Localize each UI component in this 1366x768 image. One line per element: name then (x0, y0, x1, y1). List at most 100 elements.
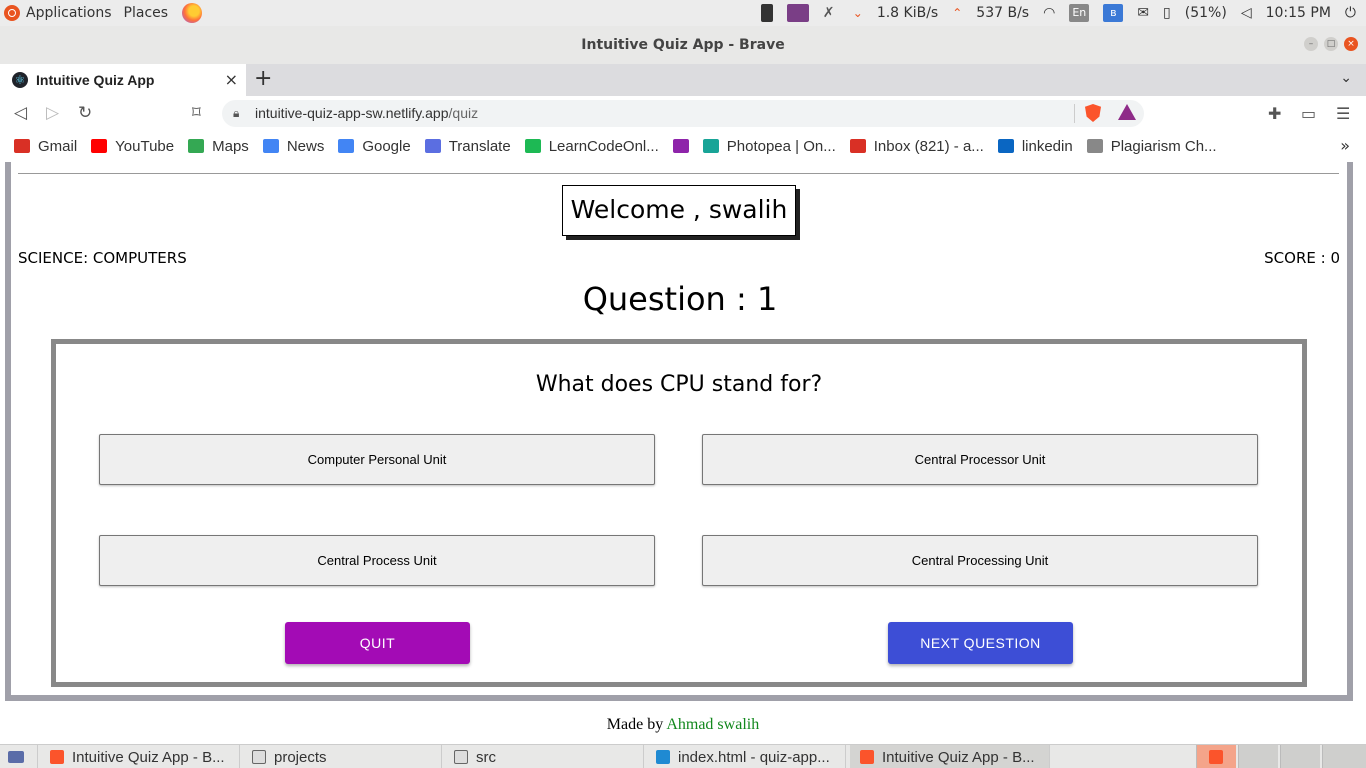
bookmark-gmail[interactable]: Gmail (14, 138, 77, 155)
option-button-4[interactable]: Central Processing Unit (702, 535, 1258, 586)
lock-icon[interactable]: 🔒︎ (233, 106, 239, 121)
bookmark-label: LearnCodeOnl... (548, 137, 659, 155)
bookmark-label: Inbox (821) - a... (873, 137, 984, 155)
bookmark-label: linkedin (1021, 137, 1073, 155)
url-separator (1074, 104, 1075, 123)
taskbar-item-label: index.html - quiz-app... (678, 748, 830, 766)
option-button-3[interactable]: Central Process Unit (99, 535, 655, 586)
bookmark-icon-7[interactable] (672, 139, 689, 153)
brave-rewards-icon[interactable] (1118, 104, 1136, 120)
next-question-button[interactable]: NEXT QUESTION (888, 622, 1073, 664)
tab-strip: ⚛ Intuitive Quiz App × + ⌄ (0, 64, 1366, 96)
react-favicon-icon: ⚛ (12, 72, 28, 88)
close-window-button[interactable]: × (1344, 37, 1358, 51)
maps-icon (188, 139, 205, 153)
news-icon (262, 139, 279, 153)
bookmark-youtube[interactable]: YouTube (91, 138, 174, 155)
gmail-icon (14, 139, 30, 153)
taskbar-item-label: src (476, 748, 496, 766)
photopea-icon (702, 139, 719, 153)
system-top-panel: Applications Places ✗ ⌄ 1.8 KiB/s ⌃ 537 … (0, 0, 1366, 26)
workspace-3[interactable] (1280, 745, 1320, 768)
bookmark-photopea-on[interactable]: Photopea | On... (702, 138, 836, 155)
back-icon[interactable]: ◁ (14, 103, 27, 123)
clock[interactable]: 10:15 PM (1266, 5, 1331, 21)
bookmark-learncodeonl[interactable]: LearnCodeOnl... (524, 137, 659, 155)
reload-icon[interactable]: ↻ (78, 103, 92, 123)
bookmarks-bar: Gmail YouTube Maps News Google Translate Learn… (0, 130, 1366, 162)
window-title: Intuitive Quiz App - Brave (0, 26, 1366, 64)
taskbar-item-label: Intuitive Quiz App - B... (72, 748, 225, 766)
wifi-icon[interactable]: ◠ (1043, 5, 1055, 21)
bookmark-page-icon[interactable]: ⌑ (192, 103, 201, 123)
bookmark-google[interactable]: Google (338, 138, 411, 155)
folder-icon (454, 750, 468, 764)
wallet-icon[interactable]: ▭ (1301, 104, 1316, 123)
bookmarks-overflow-icon[interactable]: » (1340, 136, 1350, 155)
brave-icon (860, 750, 874, 764)
youtube-icon (91, 139, 108, 153)
close-tab-icon[interactable]: × (225, 70, 238, 89)
page-content: Welcome , swalih SCIENCE: COMPUTERS SCOR… (0, 162, 1366, 744)
vscode-icon (656, 750, 670, 764)
battery-percent: (51%) (1184, 5, 1227, 21)
taskbar-item-5[interactable]: Intuitive Quiz App - B... (850, 745, 1050, 768)
quiz-card: What does CPU stand for? Computer Person… (51, 339, 1307, 687)
ubuntu-logo-icon[interactable] (4, 5, 20, 21)
applications-menu[interactable]: Applications (26, 5, 112, 21)
tab-search-chevron-icon[interactable]: ⌄ (1340, 70, 1352, 86)
forward-icon[interactable]: ▷ (46, 103, 59, 123)
menu-icon[interactable]: ☰ (1336, 104, 1350, 123)
network-speed-icon[interactable]: ✗ (823, 5, 839, 21)
bookmark-news[interactable]: News (262, 138, 324, 155)
url-text[interactable]: intuitive-quiz-app-sw.netlify.app/quiz (255, 105, 478, 121)
option-button-1[interactable]: Computer Personal Unit (99, 434, 655, 485)
bookmark-label: Maps (212, 137, 249, 155)
taskbar-item-3[interactable]: src (444, 745, 644, 768)
phone-icon[interactable] (760, 4, 773, 22)
bluetooth-icon[interactable]: ʙ (1103, 4, 1124, 22)
workspace-1[interactable] (1196, 745, 1236, 768)
extensions-icon[interactable]: ✚ (1268, 104, 1281, 123)
workspace-2[interactable] (1238, 745, 1278, 768)
maximize-button[interactable]: □ (1324, 37, 1338, 51)
welcome-banner: Welcome , swalih (562, 185, 796, 236)
minimize-button[interactable]: – (1304, 37, 1318, 51)
url-host: intuitive-quiz-app-sw.netlify.app (255, 105, 449, 121)
screen-recorder-icon[interactable] (786, 4, 809, 22)
footer-author-link[interactable]: Ahmad swalih (666, 716, 759, 733)
window-controls: – □ × (1304, 37, 1358, 51)
battery-icon[interactable]: ▯ (1163, 5, 1171, 21)
linkedin-icon (997, 139, 1014, 153)
firefox-launcher-icon[interactable] (182, 3, 203, 23)
u-icon (672, 139, 689, 153)
bookmark-linkedin[interactable]: linkedin (997, 137, 1073, 155)
bookmark-translate[interactable]: Translate (424, 138, 511, 155)
taskbar-item-label: projects (274, 748, 327, 766)
upload-arrow-icon: ⌃ (952, 6, 963, 20)
brave-icon (50, 750, 64, 764)
taskbar-item-1[interactable]: Intuitive Quiz App - B... (40, 745, 240, 768)
translate-icon (424, 139, 441, 153)
mail-icon[interactable]: ✉ (1137, 5, 1149, 21)
power-icon[interactable]: ⏻ (1345, 5, 1356, 21)
places-menu[interactable]: Places (124, 5, 169, 21)
bookmark-inbox-821-a[interactable]: Inbox (821) - a... (849, 137, 984, 155)
tab-title: Intuitive Quiz App (36, 72, 155, 88)
download-speed: 1.8 KiB/s (876, 5, 939, 21)
option-button-2[interactable]: Central Processor Unit (702, 434, 1258, 485)
taskbar-item-label: Intuitive Quiz App - B... (882, 748, 1035, 766)
bookmark-plagiarism-ch[interactable]: Plagiarism Ch... (1086, 138, 1217, 155)
footer: Made by Ahmad swalih (0, 716, 1366, 734)
volume-icon[interactable]: ◁ (1241, 5, 1252, 21)
show-desktop-button[interactable] (0, 745, 38, 768)
taskbar-item-2[interactable]: projects (242, 745, 442, 768)
bookmark-maps[interactable]: Maps (188, 138, 249, 155)
quit-button[interactable]: QUIT (285, 622, 470, 664)
keyboard-layout[interactable]: En (1069, 4, 1090, 22)
taskbar-item-4[interactable]: index.html - quiz-app... (646, 745, 846, 768)
question-text: What does CPU stand for? (535, 372, 823, 397)
new-tab-button[interactable]: + (254, 66, 272, 92)
workspace-4[interactable] (1322, 745, 1366, 768)
tab-intuitive-quiz-app[interactable]: ⚛ Intuitive Quiz App × (0, 64, 246, 96)
